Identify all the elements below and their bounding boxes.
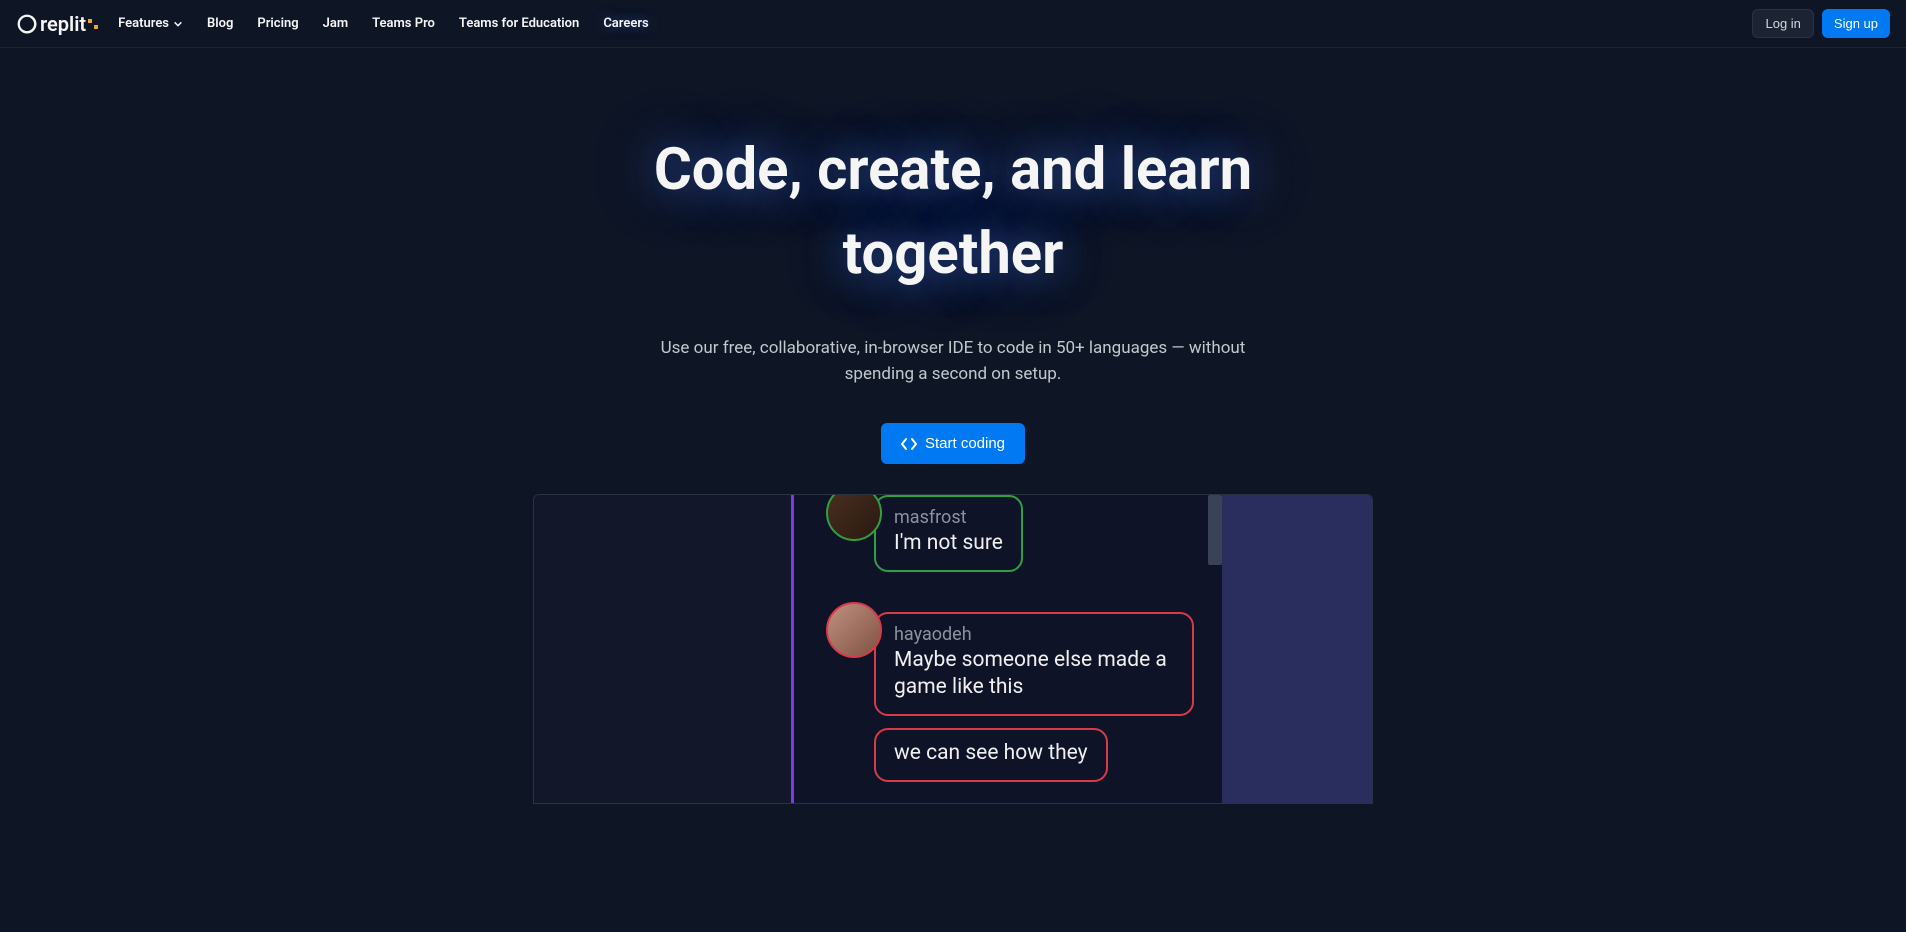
start-coding-label: Start coding xyxy=(925,435,1005,452)
chat-text: we can see how they xyxy=(894,740,1088,766)
signup-button[interactable]: Sign up xyxy=(1822,9,1890,38)
nav-pricing[interactable]: Pricing xyxy=(257,16,298,31)
nav-careers[interactable]: Careers xyxy=(603,16,648,31)
nav-label: Teams Pro xyxy=(372,16,435,31)
nav-label: Pricing xyxy=(257,16,298,31)
logo-text: replit xyxy=(40,12,86,36)
chat-message: hayaodeh Maybe someone else made a game … xyxy=(874,612,1194,716)
chat-text: I'm not sure xyxy=(894,530,1003,556)
hero-title: Code, create, and learn together xyxy=(603,128,1303,296)
start-coding-button[interactable]: Start coding xyxy=(881,423,1025,464)
chevron-down-icon xyxy=(173,19,183,29)
nav-label: Blog xyxy=(207,16,233,31)
avatar xyxy=(826,602,882,658)
scrollbar[interactable] xyxy=(1208,495,1222,565)
nav-label: Careers xyxy=(603,16,648,31)
login-button[interactable]: Log in xyxy=(1752,9,1813,38)
avatar xyxy=(826,494,882,541)
chat-message: we can see how they xyxy=(874,728,1108,782)
header-actions: Log in Sign up xyxy=(1752,9,1890,38)
code-icon xyxy=(901,436,917,452)
nav-jam[interactable]: Jam xyxy=(323,16,349,31)
preview-chat: masfrost I'm not sure hayaodeh Maybe som… xyxy=(794,495,1222,803)
nav-teams-pro[interactable]: Teams Pro xyxy=(372,16,435,31)
nav-teams-education[interactable]: Teams for Education xyxy=(459,16,579,31)
main-nav: Features Blog Pricing Jam Teams Pro Team… xyxy=(118,16,1752,31)
logo-dots-icon xyxy=(88,19,98,29)
nav-features-label: Features xyxy=(118,16,169,31)
preview-window: masfrost I'm not sure hayaodeh Maybe som… xyxy=(533,494,1373,804)
chat-username: masfrost xyxy=(894,507,1003,528)
chat-text: Maybe someone else made a game like this xyxy=(894,647,1174,700)
logo[interactable]: replit xyxy=(16,12,98,36)
preview-right-panel xyxy=(1222,495,1372,803)
replit-logo-icon xyxy=(16,13,38,35)
nav-label: Teams for Education xyxy=(459,16,579,31)
chat-message: masfrost I'm not sure xyxy=(874,495,1023,572)
nav-features[interactable]: Features xyxy=(118,16,183,31)
chat-username: hayaodeh xyxy=(894,624,1174,645)
hero-section: Code, create, and learn together Use our… xyxy=(0,48,1906,804)
header: replit Features Blog Pricing Jam Teams P… xyxy=(0,0,1906,48)
nav-label: Jam xyxy=(323,16,349,31)
nav-blog[interactable]: Blog xyxy=(207,16,233,31)
preview-sidebar xyxy=(534,495,794,803)
hero-subtitle: Use our free, collaborative, in-browser … xyxy=(653,336,1253,387)
